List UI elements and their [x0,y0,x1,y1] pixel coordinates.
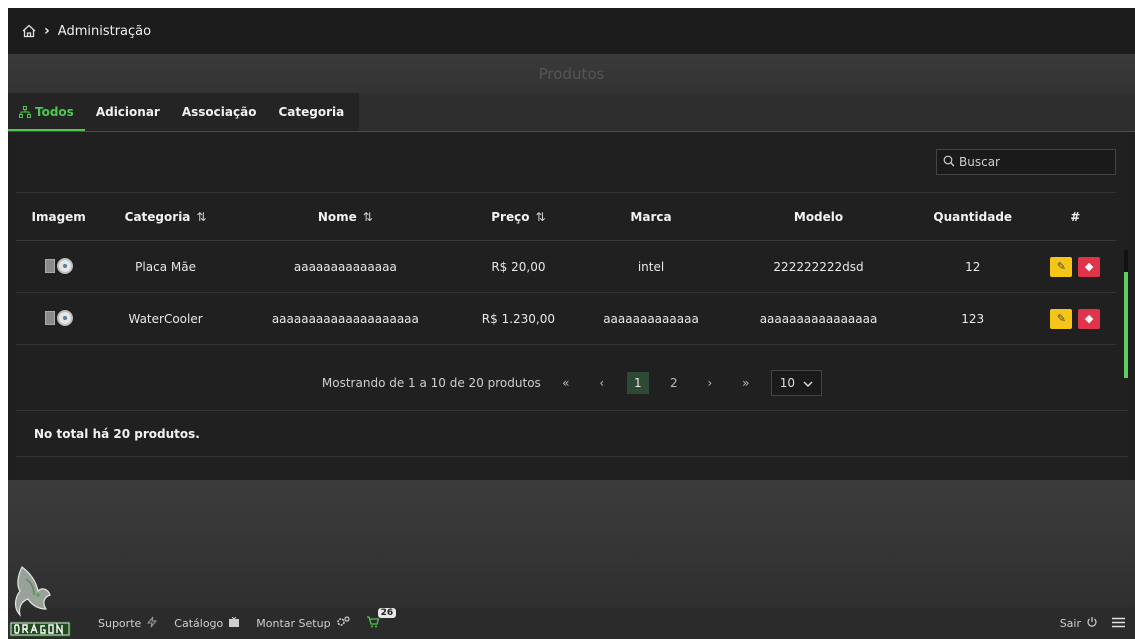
gears-icon [336,616,350,631]
table-row: WaterCooler aaaaaaaaaaaaaaaaaaaa R$ 1.23… [16,292,1116,345]
tab-categoria[interactable]: Categoria [267,93,355,131]
pagination-summary: Mostrando de 1 a 10 de 20 produtos [321,375,541,390]
product-image [16,292,102,345]
pencil-icon: ✎ [1056,260,1066,273]
products-table: Imagem Categoria ⇅ Nome ⇅ Preço ⇅ Marca Mod… [16,192,1116,345]
edit-button[interactable]: ✎ [1050,256,1073,277]
support-link[interactable]: Suporte [98,616,158,631]
table-row: Placa Mãe aaaaaaaaaaaaaa R$ 20,00 intel … [16,240,1116,293]
cell-modelo: aaaaaaaaaaaaaaaa [726,292,911,345]
first-page-button[interactable]: « [555,372,577,394]
column-header-preco[interactable]: Preço ⇅ [460,192,576,241]
cell-marca: intel [575,240,727,293]
column-header-categoria[interactable]: Categoria ⇅ [101,192,230,241]
catalog-label: Catálogo [174,617,224,630]
tab-bar: Todos Adicionar Associação Categoria [8,93,1135,132]
cell-marca: aaaaaaaaaaaaa [575,292,727,345]
sort-icon[interactable]: ⇅ [535,210,545,224]
page-title: Produtos [538,65,605,83]
footer-right: Sair [1060,616,1135,631]
cart-icon [366,616,380,631]
product-image [16,240,102,293]
pencil-icon: ✎ [1056,312,1066,325]
page-button-1[interactable]: 1 [626,371,649,394]
tab-label: Todos [35,105,74,119]
tab-group: Todos Adicionar Associação Categoria [8,93,360,131]
search-row [16,132,1128,192]
next-page-button[interactable]: › [699,372,721,394]
cell-preco: R$ 20,00 [460,240,576,293]
setup-link[interactable]: Montar Setup [256,616,350,631]
background-fill [8,480,1135,608]
delete-button[interactable]: ◆ [1078,256,1101,277]
search-input[interactable] [959,155,1089,169]
cell-actions: ✎ ◆ [1034,292,1116,345]
table-scrollbar-thumb[interactable] [1124,272,1128,378]
delete-button[interactable]: ◆ [1078,308,1101,329]
setup-label: Montar Setup [256,617,331,630]
last-page-button[interactable]: » [735,372,757,394]
search-icon [943,155,955,170]
power-icon [1086,616,1098,631]
total-summary: No total há 20 produtos. [16,411,1128,457]
cell-nome: aaaaaaaaaaaaaaaaaaaa [229,292,461,345]
sitemap-icon [19,106,31,118]
search-box[interactable] [936,149,1116,175]
column-header-marca: Marca [575,192,727,241]
cell-categoria: Placa Mãe [101,240,230,293]
cart-count-badge: 26 [377,608,397,618]
sort-icon[interactable]: ⇅ [196,210,206,224]
per-page-select[interactable]: 10 [770,369,823,396]
tab-label: Categoria [278,105,345,119]
support-label: Suporte [98,617,142,630]
home-icon[interactable] [22,24,36,38]
logout-label: Sair [1059,617,1081,630]
footer-bar: Suporte Catálogo Montar Setup 26 Sair [8,608,1135,639]
catalog-link[interactable]: Catálogo [174,616,240,631]
product-thumbnail [44,257,73,274]
per-page-value: 10 [779,375,796,390]
cell-preco: R$ 1.230,00 [460,292,576,345]
cell-quantidade: 123 [910,292,1035,345]
cell-modelo: 222222222dsd [726,240,911,293]
cell-nome: aaaaaaaaaaaaaa [229,240,461,293]
products-panel: Imagem Categoria⇅ Nome⇅ Preço⇅ Marca Mod… [16,132,1128,480]
tab-label: Associação [181,105,257,119]
tab-associacao[interactable]: Associação [171,93,268,131]
chevron-down-icon [803,376,813,390]
tab-label: Adicionar [95,105,160,119]
sort-icon[interactable]: ⇅ [363,210,373,224]
logout-button[interactable]: Sair [1060,616,1098,631]
table-header-row: Imagem Categoria ⇅ Nome ⇅ Preço ⇅ Marca Mod… [16,192,1116,241]
breadcrumb-section[interactable]: Administração [58,24,151,39]
column-header-imagem: Imagem [16,192,102,241]
breadcrumb: › Administração [8,8,1135,54]
zap-icon [146,616,158,631]
page-title-strip: Produtos [8,54,1135,94]
cell-actions: ✎ ◆ [1034,240,1116,293]
column-header-quantidade: Quantidade [910,192,1035,241]
cell-categoria: WaterCooler [101,292,230,345]
chevron-right-icon: › [44,23,50,39]
tab-adicionar[interactable]: Adicionar [85,93,171,131]
column-header-nome[interactable]: Nome ⇅ [229,192,461,241]
hamburger-menu-icon[interactable] [1112,617,1125,631]
cart-button[interactable]: 26 [366,608,397,631]
cell-quantidade: 12 [910,240,1035,293]
footer-nav: Suporte Catálogo Montar Setup 26 [98,608,397,631]
dragon-logo[interactable] [8,559,74,639]
pagination: Mostrando de 1 a 10 de 20 produtos « ‹ 1… [16,355,1128,411]
prev-page-button[interactable]: ‹ [591,372,613,394]
app-window: › Administração Produtos Todos Adicionar… [8,8,1135,639]
eraser-icon: ◆ [1084,260,1094,273]
column-header-actions: # [1034,192,1116,241]
page-button-2[interactable]: 2 [663,372,685,394]
tv-icon [228,616,240,631]
column-header-modelo: Modelo [726,192,911,241]
eraser-icon: ◆ [1084,312,1094,325]
tab-todos[interactable]: Todos [8,93,85,131]
product-thumbnail [44,309,73,326]
edit-button[interactable]: ✎ [1050,308,1073,329]
